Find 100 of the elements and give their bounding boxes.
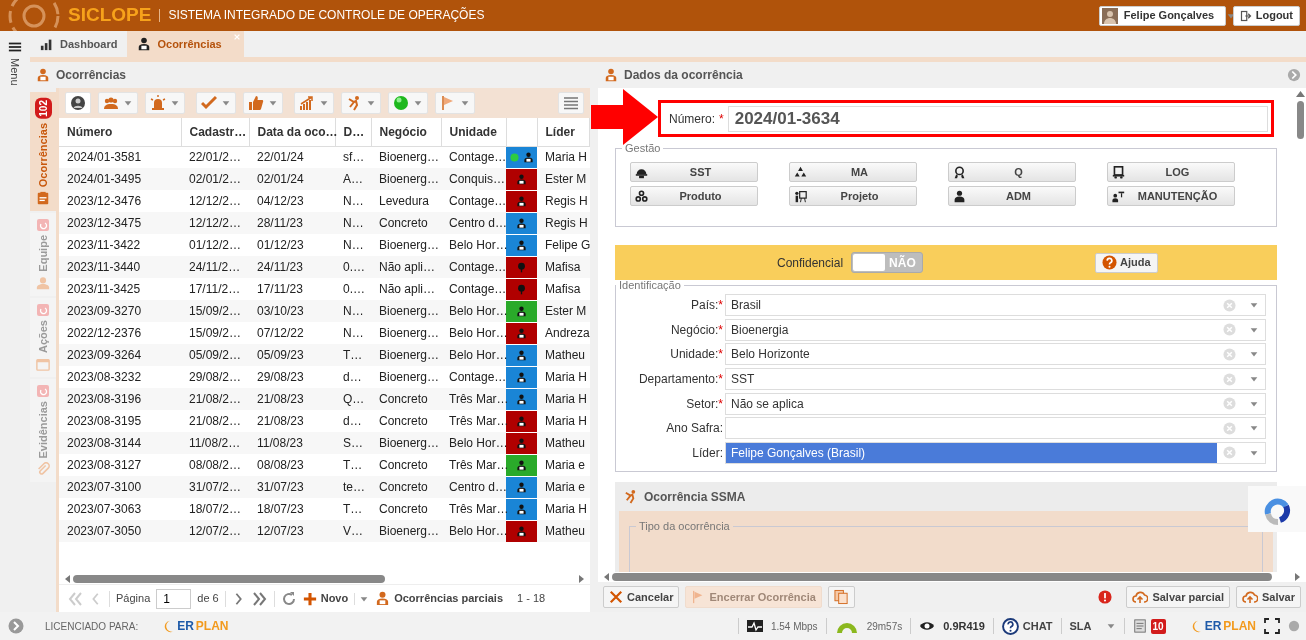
number-field[interactable]: 2024/01-3634 <box>727 105 1268 132</box>
logout-button[interactable]: Logout <box>1232 5 1300 26</box>
table-cell: 18/07/2… <box>181 498 249 520</box>
column-header[interactable]: Negócio <box>371 118 441 146</box>
column-header[interactable]: Líder <box>537 118 590 146</box>
page-count: de 6 <box>197 591 219 607</box>
last-page-icon[interactable] <box>251 590 268 607</box>
filter-dropdown[interactable] <box>196 92 236 114</box>
table-cell: 17/11/2… <box>181 278 249 300</box>
category-button[interactable]: MA <box>789 162 917 182</box>
select-field[interactable]: Brasil <box>725 294 1266 317</box>
required-mark: * <box>719 110 724 128</box>
category-button[interactable]: MANUTENÇÃO <box>1107 186 1235 206</box>
select-field[interactable]: Não se aplica <box>725 392 1266 415</box>
column-header[interactable]: Unidade <box>441 118 506 146</box>
tab[interactable]: Ocorrências <box>127 31 244 57</box>
select-field[interactable]: Bioenergia <box>725 318 1266 341</box>
copy-button[interactable] <box>827 586 855 608</box>
truck-icon <box>1112 165 1125 179</box>
scroll-up-icon[interactable] <box>1295 91 1305 97</box>
category-button[interactable]: Projeto <box>789 186 917 206</box>
falling-person-icon <box>346 95 362 111</box>
save-button[interactable]: Salvar <box>1235 586 1301 608</box>
person-icon <box>516 173 527 185</box>
table-cell: Felipe G <box>537 234 590 256</box>
new-button[interactable]: Novo <box>302 590 349 607</box>
group-icon <box>103 95 119 111</box>
partial-occurrences-button[interactable]: Ocorrências parciais <box>375 590 504 607</box>
select-field[interactable]: Felipe Gonçalves (Brasil) <box>725 441 1266 464</box>
table-cell: Q… <box>335 388 371 410</box>
table-cell: d… <box>335 410 371 432</box>
table-cell: 2023/12-3476 <box>59 190 181 212</box>
save-partial-button[interactable]: Salvar parcial <box>1126 586 1230 608</box>
filter-dropdown[interactable] <box>435 92 475 114</box>
scrollbar-thumb[interactable] <box>612 573 1272 581</box>
menu-label[interactable]: Menu <box>6 58 24 86</box>
help-button[interactable]: Ajuda <box>1095 252 1158 273</box>
filter-dropdown[interactable] <box>243 92 283 114</box>
filter-dropdown[interactable] <box>294 92 334 114</box>
table-cell: Contage… <box>441 278 506 300</box>
table-cell: 2023/07-3100 <box>59 476 181 498</box>
record-range: 1 - 18 <box>517 591 546 607</box>
filter-dropdown[interactable] <box>98 92 138 114</box>
table-cell: 28/11/23 <box>249 212 335 234</box>
table-cell: 29/08/23 <box>249 366 335 388</box>
filter-button[interactable] <box>65 92 91 114</box>
table-cell: Contage… <box>441 146 506 168</box>
table-cell: 31/07/23 <box>249 476 335 498</box>
table-cell: Não apli… <box>371 278 441 300</box>
calendar-icon <box>36 356 50 371</box>
worker-icon <box>1112 189 1125 203</box>
scroll-right-icon <box>1294 572 1302 582</box>
expand-icon[interactable] <box>8 618 24 634</box>
category-button[interactable]: LOG <box>1107 162 1235 182</box>
select-field[interactable]: Belo Horizonte <box>725 343 1266 366</box>
person-icon <box>516 503 527 515</box>
pulse-icon <box>746 620 763 632</box>
table-cell: 11/08/2… <box>181 432 249 454</box>
field-label: Setor: <box>686 396 719 411</box>
table-cell: 2023/07-3063 <box>59 498 181 520</box>
document-icon[interactable] <box>1132 619 1147 633</box>
column-header[interactable]: Número <box>59 118 181 146</box>
dropdown-button[interactable] <box>354 592 370 605</box>
table-cell: Mafisa <box>537 256 590 278</box>
status-dot-icon <box>509 152 519 162</box>
filter-dropdown[interactable] <box>145 92 185 114</box>
column-menu-button[interactable] <box>558 92 584 114</box>
scrollbar-thumb[interactable] <box>1296 101 1304 139</box>
filter-dropdown[interactable] <box>341 92 381 114</box>
category-button[interactable]: ADM <box>948 186 1076 206</box>
required-mark: * <box>718 347 723 362</box>
recaptcha-badge[interactable] <box>1248 486 1306 532</box>
table-cell: Bioenerg… <box>371 432 441 454</box>
collapse-icon[interactable] <box>1287 68 1301 82</box>
filter-dropdown[interactable] <box>388 92 428 114</box>
category-button[interactable]: Produto <box>630 186 758 206</box>
page-field[interactable]: 1 <box>156 588 192 609</box>
fullscreen-icon[interactable] <box>1264 618 1280 634</box>
scroll-left-icon <box>602 572 610 582</box>
side-tab[interactable]: 102 Ocorrências <box>30 92 56 211</box>
refresh-icon[interactable] <box>280 590 297 607</box>
person-icon <box>516 217 527 229</box>
chat-button[interactable]: CHAT <box>1001 617 1053 635</box>
column-header[interactable]: Data da oco… <box>249 118 335 146</box>
category-button[interactable]: Q <box>948 162 1076 182</box>
cancel-button[interactable]: Cancelar <box>603 586 680 608</box>
table-cell: 12/07/2… <box>181 520 249 542</box>
category-button[interactable]: SST <box>630 162 758 182</box>
column-header[interactable]: D… <box>335 118 371 146</box>
tab[interactable]: Dashboard <box>30 31 128 57</box>
select-field[interactable]: SST <box>725 368 1266 391</box>
table-cell: Maria e <box>537 454 590 476</box>
refresh-badge-icon <box>37 303 49 316</box>
refresh-badge-icon <box>37 384 49 397</box>
table-cell: Ester M <box>537 168 590 190</box>
column-header[interactable]: Cadastr… <box>181 118 249 146</box>
sla-dropdown[interactable]: SLA <box>1069 617 1116 635</box>
scrollbar-thumb[interactable] <box>73 575 385 583</box>
select-field[interactable] <box>725 417 1266 440</box>
table-cell: Levedura <box>371 190 441 212</box>
